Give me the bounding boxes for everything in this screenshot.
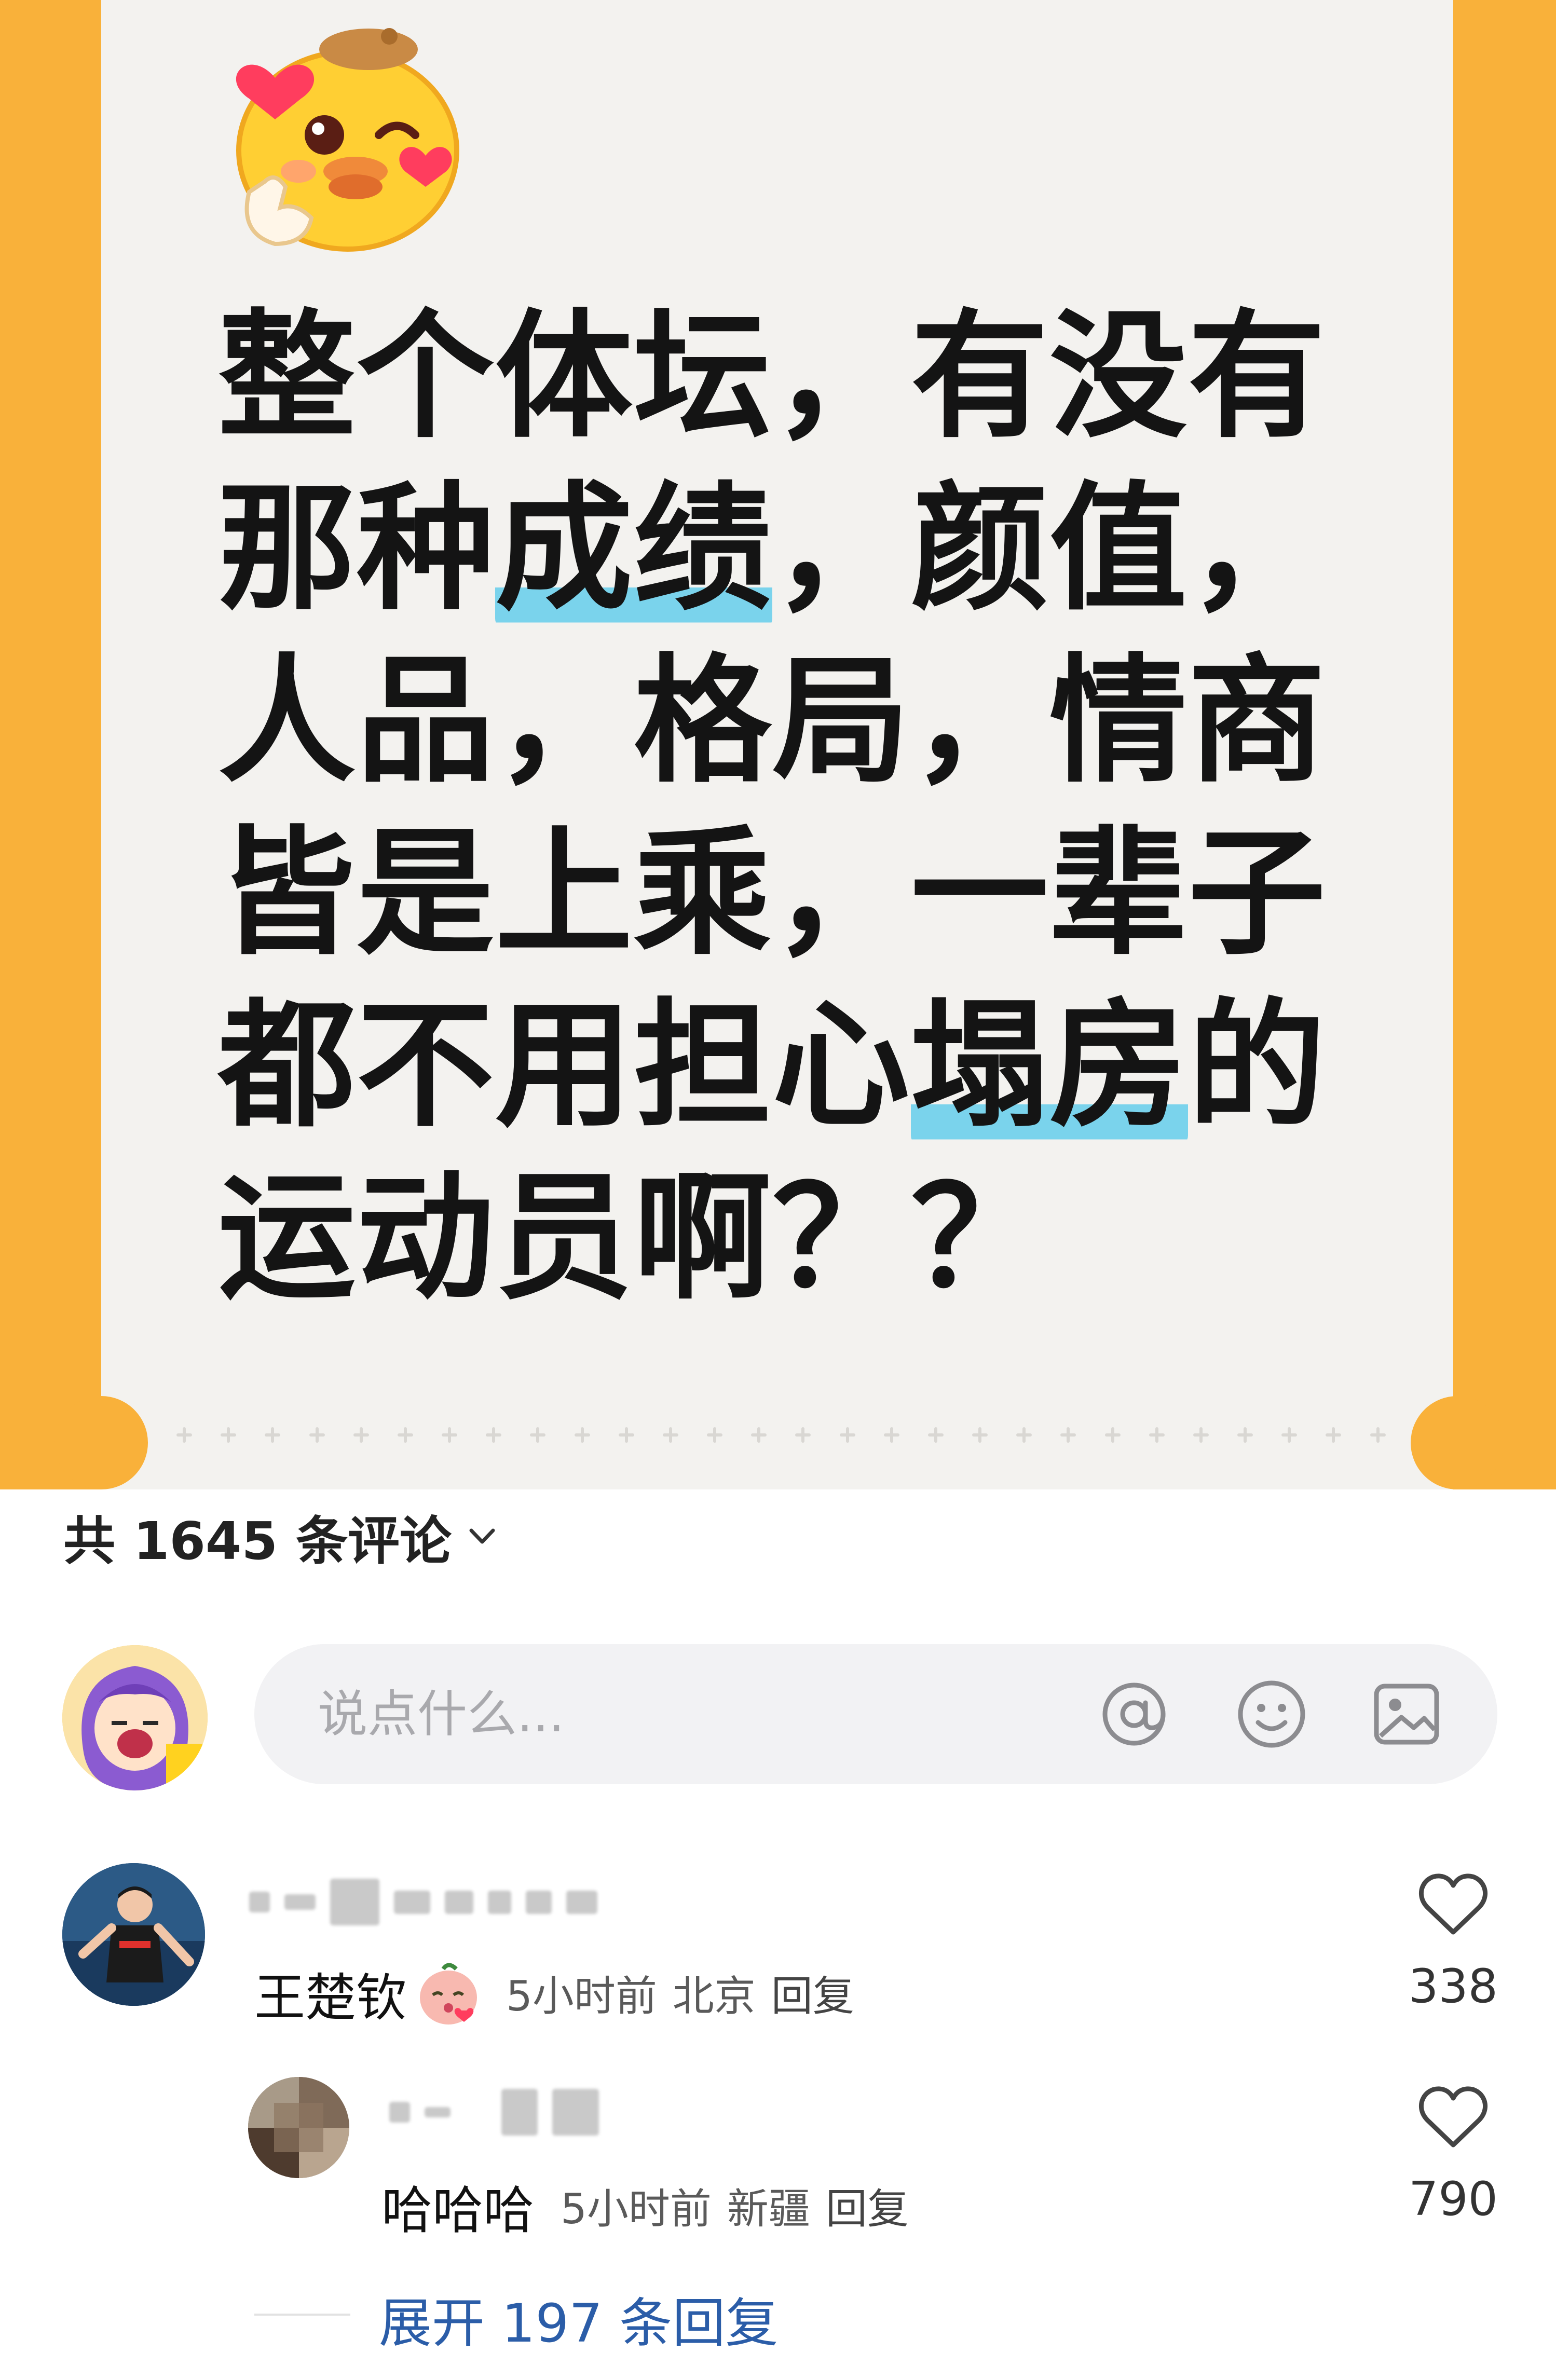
perforation-dot — [1149, 1427, 1165, 1443]
post-headline-line: 人品，格局，情商 — [218, 635, 1360, 808]
comment-meta: 5小时前 北京 回复 — [506, 1963, 854, 2023]
highlighted-phrase: 成绩 — [495, 469, 772, 629]
perforation-dot — [574, 1427, 590, 1443]
expand-replies-button[interactable]: 展开 197 条回复 — [379, 2281, 779, 2357]
perforation-dots — [176, 1425, 1386, 1445]
headline-fragment: 的 — [1188, 986, 1327, 1146]
post-headline-line: 那种成绩，颜值， — [218, 463, 1360, 635]
headline-fragment: 都不用担心 — [218, 986, 911, 1146]
duck-wink-heart-icon — [236, 28, 459, 252]
pixelated-avatar-icon — [248, 2077, 349, 2178]
chevron-down-icon — [469, 1528, 495, 1544]
perforation-dot — [1370, 1427, 1386, 1443]
headline-fragment: 人品，格局，情商 — [218, 641, 1327, 801]
emoji-smile-icon[interactable] — [1235, 1678, 1308, 1750]
perforation-dot — [530, 1427, 546, 1443]
athlete-avatar-icon — [62, 1863, 205, 2006]
reply-text: 哈哈哈 — [381, 2181, 535, 2240]
post-headline-line: 整个体坛，有没有 — [218, 291, 1360, 463]
perforation-dot — [1016, 1427, 1032, 1443]
highlighted-phrase: 塌房 — [911, 986, 1188, 1146]
comment-text: 王楚钦 — [254, 1968, 407, 2028]
ticket-notch-right — [1411, 1396, 1504, 1489]
reply-name-blurred[interactable] — [389, 2089, 599, 2136]
ticket-notch-left — [54, 1396, 148, 1489]
perforation-dot — [397, 1427, 413, 1443]
perforation-dot — [1193, 1427, 1209, 1443]
reply-like-count: 790 — [1409, 2172, 1498, 2226]
headline-fragment: 整个体坛，有没有 — [218, 297, 1327, 457]
headline-fragment: 那种 — [218, 469, 495, 629]
perforation-dot — [707, 1427, 723, 1443]
perforation-dot — [1281, 1427, 1298, 1443]
perforation-dot — [176, 1427, 192, 1443]
comment-input[interactable]: 说点什么... — [254, 1644, 1497, 1784]
post-headline-line: 都不用担心塌房的 — [218, 980, 1360, 1152]
comment-location: 北京 — [672, 1972, 756, 2020]
post-headline-line: 运动员啊？？ — [218, 1152, 1360, 1324]
headline-fragment: 皆是上乘，一辈子 — [218, 814, 1327, 974]
comment-input-placeholder: 说点什么... — [318, 1685, 565, 1743]
commenter-avatar[interactable] — [62, 1863, 205, 2006]
perforation-dot — [972, 1427, 988, 1443]
reply-meta: 5小时前 新疆 回复 — [561, 2176, 909, 2236]
cartoon-girl-avatar-icon — [62, 1645, 208, 1790]
perforation-dot — [1326, 1427, 1342, 1443]
perforation-dot — [618, 1427, 634, 1443]
heart-outline-icon[interactable] — [1417, 2084, 1490, 2151]
reply-reply-button[interactable]: 回复 — [826, 2176, 909, 2236]
commenter-name-blurred[interactable] — [249, 1879, 597, 1925]
perforation-dot — [1060, 1427, 1076, 1443]
headline-fragment: ，颜值， — [772, 469, 1327, 629]
comment-count-toggle[interactable]: 共 1645 条评论 — [63, 1505, 500, 1571]
perforation-dot — [442, 1427, 458, 1443]
reply-location: 新疆 — [727, 2185, 810, 2233]
post-headline: 整个体坛，有没有 那种成绩，颜值， 人品，格局，情商 皆是上乘，一辈子 都不用担心塌房的… — [218, 291, 1360, 1324]
my-avatar[interactable] — [62, 1645, 208, 1790]
at-icon[interactable] — [1098, 1678, 1170, 1750]
perforation-dot — [927, 1427, 944, 1443]
like-count: 338 — [1409, 1959, 1498, 2014]
perforation-dot — [265, 1427, 281, 1443]
perforation-dot — [309, 1427, 325, 1443]
perforation-dot — [883, 1427, 899, 1443]
post-image[interactable]: 整个体坛，有没有 那种成绩，颜值， 人品，格局，情商 皆是上乘，一辈子 都不用担心塌房的… — [0, 0, 1556, 1489]
comment-count-label: 共 1645 条评论 — [63, 1510, 452, 1571]
reply-avatar-blurred[interactable] — [248, 2077, 349, 2178]
reply-time: 5小时前 — [561, 2185, 712, 2233]
comment-time: 5小时前 — [506, 1972, 657, 2020]
perforation-dot — [1237, 1427, 1253, 1443]
perforation-dot — [486, 1427, 502, 1443]
perforation-dot — [662, 1427, 678, 1443]
blowing-kiss-baby-emoji-icon — [420, 1963, 477, 2025]
perforation-dot — [353, 1427, 369, 1443]
headline-fragment: 运动员啊？？ — [218, 1158, 1049, 1318]
perforation-dot — [795, 1427, 811, 1443]
reply-button[interactable]: 回复 — [771, 1963, 854, 2023]
perforation-dot — [839, 1427, 855, 1443]
perforation-dot — [751, 1427, 767, 1443]
image-icon[interactable] — [1370, 1678, 1443, 1750]
post-headline-line: 皆是上乘，一辈子 — [218, 808, 1360, 980]
perforation-dot — [221, 1427, 237, 1443]
perforation-dot — [1104, 1427, 1121, 1443]
heart-outline-icon[interactable] — [1417, 1871, 1490, 1938]
comment-body: 王楚钦 — [254, 1957, 482, 2030]
expand-divider — [254, 2314, 350, 2316]
